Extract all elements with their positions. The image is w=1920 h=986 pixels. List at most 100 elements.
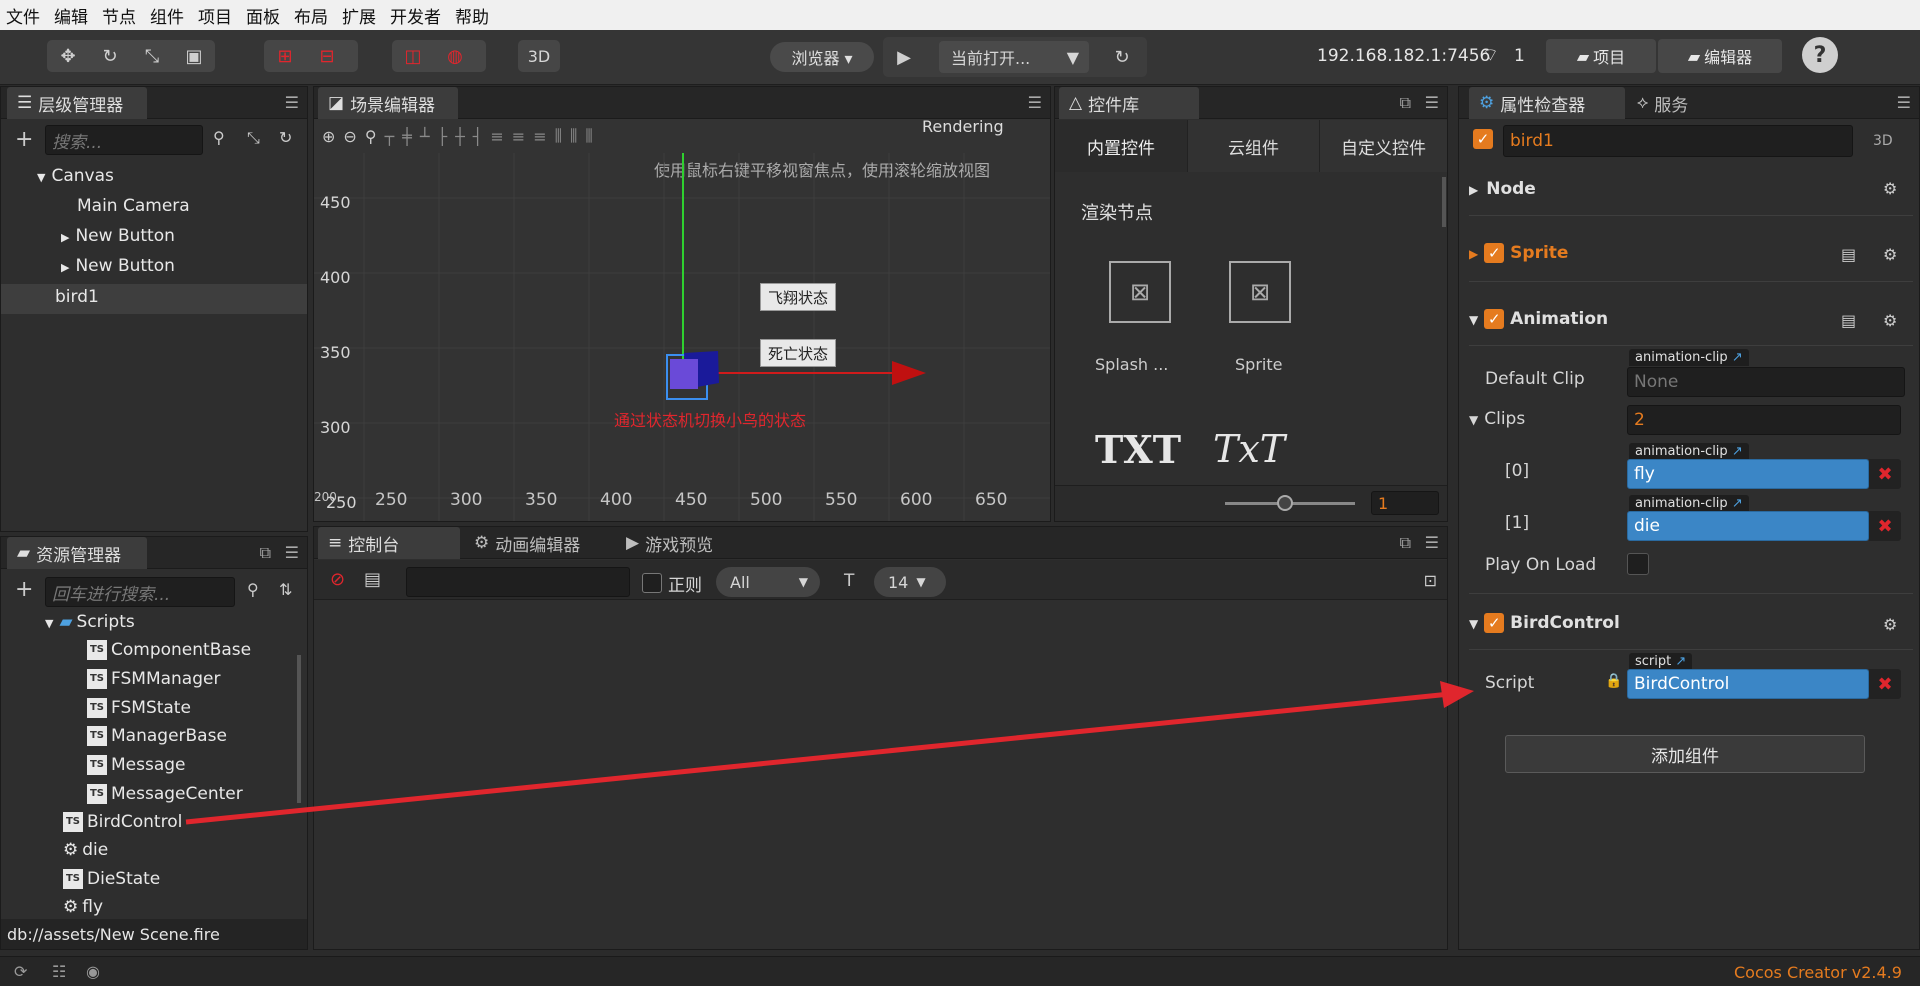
scrollbar[interactable] [297,655,301,803]
gear-icon[interactable]: ⚙ [1883,179,1897,198]
menu-icon[interactable]: ☰ [1028,93,1042,112]
sprite-icon[interactable]: ⊠ [1229,261,1291,323]
menu-component[interactable]: 组件 [150,3,184,28]
search-icon[interactable]: ⚲ [247,580,259,599]
play-icon[interactable]: ▶ [883,41,925,73]
tree-item-bird1[interactable]: bird1 [55,287,99,307]
gear-icon[interactable]: ⚙ [1883,615,1897,634]
font-size-select[interactable]: 14 ▼ [874,567,946,597]
align-vcenter-icon[interactable]: ╪ [402,127,412,146]
menu-icon[interactable]: ☰ [1425,93,1439,112]
collapse-icon[interactable]: ⤡ [247,128,260,148]
rotate-tool-icon[interactable]: ↻ [89,40,131,72]
tree-item-new-button-2[interactable]: ▶ New Button [61,256,175,276]
splash-icon[interactable]: ⊠ [1109,261,1171,323]
script-field[interactable]: BirdControl [1627,669,1869,699]
clip1-field[interactable]: die [1627,511,1869,541]
default-clip-field[interactable]: None [1627,367,1905,397]
tab-assets[interactable]: ▰ 资源管理器 [7,537,147,569]
tab-inspector[interactable]: ⚙ 属性检查器 [1469,87,1625,119]
popout-icon[interactable]: ⧉ [1400,533,1411,553]
grid-icon[interactable]: ◍ [434,40,476,72]
scene-grid[interactable] [314,153,1050,521]
gear-icon[interactable]: ⚙ [1883,245,1897,264]
asset-item[interactable]: TS FSMManager [87,669,220,689]
pivot-icon[interactable]: ⊞ [264,40,306,72]
menu-extension[interactable]: 扩展 [342,3,376,28]
label-txt-icon[interactable]: TXT [1095,427,1181,472]
menu-node[interactable]: 节点 [102,3,136,28]
distribute-hcenter-icon[interactable]: ⫼ [570,126,577,146]
rect-tool-icon[interactable]: ▣ [173,40,215,72]
clip0-field[interactable]: fly [1627,459,1869,489]
asset-item[interactable]: TS ComponentBase [87,640,251,660]
distribute-vcenter-icon[interactable]: ≡ [512,127,525,146]
clear-console-icon[interactable]: ⊘ [330,569,345,590]
log-level-select[interactable]: All ▼ [716,567,820,597]
distribute-right-icon[interactable]: ⫼ [585,126,592,146]
tab-game-preview[interactable]: ▶ 游戏预览 [616,527,756,559]
tab-custom[interactable]: 自定义控件 [1319,120,1447,172]
tab-builtin[interactable]: 内置控件 [1055,120,1187,172]
refresh-icon[interactable]: ↻ [279,128,292,147]
asset-item[interactable]: TS ManagerBase [87,726,227,746]
node-name-input[interactable]: bird1 [1503,125,1853,157]
asset-item[interactable]: ⚙ die [63,840,108,860]
zoom-value-input[interactable]: 1 [1371,491,1439,515]
align-bottom-icon[interactable]: ┴ [420,127,430,146]
asset-item[interactable]: ⚙ fly [63,897,103,917]
distribute-left-icon[interactable]: ⫼ [555,126,562,146]
tab-services[interactable]: ⟡ 服务 [1627,87,1737,119]
console-filter-input[interactable] [406,567,630,597]
move-tool-icon[interactable]: ✥ [47,40,89,72]
menu-layout[interactable]: 布局 [294,3,328,28]
menu-help[interactable]: 帮助 [455,3,489,28]
richtext-txt-icon[interactable]: TxT [1213,427,1285,471]
distribute-bottom-icon[interactable]: ≡ [533,127,546,146]
slider-handle[interactable] [1277,495,1293,511]
tab-library[interactable]: △ 控件库 [1059,87,1199,119]
open-project-button[interactable]: ▰ 项目 [1546,39,1656,73]
align-right-icon[interactable]: ┤ [473,127,483,146]
menu-panel[interactable]: 面板 [246,3,280,28]
scale-tool-icon[interactable]: ⤡ [131,40,173,72]
remove-clip-icon[interactable]: ✖ [1869,511,1901,541]
menu-file[interactable]: 文件 [6,3,40,28]
asset-search-input[interactable]: 回车进行搜索... [45,577,235,607]
zoom-reset-icon[interactable]: ⚲ [365,127,377,146]
local-global-icon[interactable]: ⊟ [306,40,348,72]
refresh-icon[interactable]: ↻ [1101,41,1143,73]
scrollbar[interactable] [1442,177,1446,227]
database-icon[interactable]: ☷ [52,962,66,981]
zoom-out-icon[interactable]: ⊖ [343,127,356,146]
play-on-load-checkbox[interactable] [1627,553,1649,575]
menu-icon[interactable]: ☰ [285,93,299,112]
asset-item[interactable]: TS DieState [63,869,160,889]
snap-icon[interactable]: ◫ [392,40,434,72]
tab-console[interactable]: ≡ 控制台 [318,527,460,559]
browser-dropdown[interactable]: 浏览器 ▾ [770,42,874,72]
clips-count-input[interactable]: 2 [1627,405,1901,435]
open-log-icon[interactable]: ▤ [364,569,381,590]
menu-icon[interactable]: ☰ [1425,533,1439,552]
fly-state-button[interactable]: 飞翔状态 [760,283,836,311]
tab-animation-editor[interactable]: ⚙ 动画编辑器 [464,527,614,559]
asset-item[interactable]: TS Message [87,755,186,775]
menu-developer[interactable]: 开发者 [390,3,441,28]
distribute-top-icon[interactable]: ≡ [490,127,503,146]
open-scene-dropdown[interactable]: 当前打开... ▼ [939,41,1089,73]
add-component-button[interactable]: 添加组件 [1505,735,1865,773]
regex-checkbox[interactable] [642,573,662,593]
asset-item[interactable]: TS FSMState [87,698,191,718]
node-section[interactable]: ▶ Node [1469,179,1536,199]
asset-item[interactable]: TS MessageCenter [87,784,243,804]
search-icon[interactable]: ⚲ [213,128,225,147]
tab-cloud[interactable]: 云组件 [1187,120,1319,172]
collapse-icon[interactable]: ⊡ [1424,571,1437,590]
tab-hierarchy[interactable]: ☰ 层级管理器 [7,87,147,119]
remove-script-icon[interactable]: ✖ [1869,669,1901,699]
mode-3d-button[interactable]: 3D [518,40,560,72]
open-editor-button[interactable]: ▰ 编辑器 [1658,39,1782,73]
align-hcenter-icon[interactable]: ┼ [455,127,465,146]
align-top-icon[interactable]: ┬ [385,127,395,146]
